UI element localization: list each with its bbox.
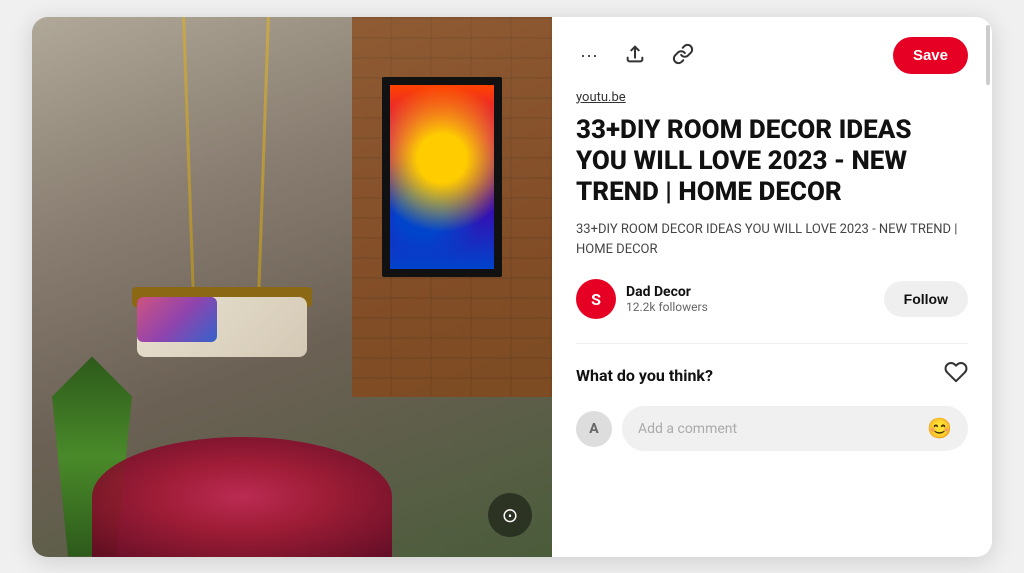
colored-cushion — [137, 297, 217, 342]
pin-description: 33+DIY ROOM DECOR IDEAS YOU WILL LOVE 20… — [576, 220, 968, 259]
creator-details: Dad Decor 12.2k followers — [626, 284, 708, 314]
reactions-row: What do you think? — [576, 360, 968, 390]
swing-rope-left — [182, 17, 195, 297]
scrollbar-thumb — [986, 25, 990, 85]
follow-button[interactable]: Follow — [884, 281, 968, 317]
comment-row: A Add a comment 😊 — [576, 406, 968, 451]
toolbar-left: ··· — [576, 39, 698, 72]
wall-art — [382, 77, 502, 277]
pin-image-panel: ⊙ — [32, 17, 552, 557]
user-avatar: A — [576, 411, 612, 447]
creator-followers: 12.2k followers — [626, 300, 708, 314]
divider — [576, 343, 968, 344]
upload-button[interactable] — [620, 39, 650, 72]
creator-info: S Dad Decor 12.2k followers — [576, 279, 708, 319]
comment-placeholder: Add a comment — [638, 421, 737, 437]
creator-avatar[interactable]: S — [576, 279, 616, 319]
top-toolbar: ··· Save — [576, 37, 968, 74]
link-button[interactable] — [668, 39, 698, 72]
emoji-button[interactable]: 😊 — [927, 416, 952, 441]
heart-button[interactable] — [944, 360, 968, 390]
flower-decor — [92, 437, 392, 557]
swing-rope-right — [257, 17, 270, 297]
scrollbar-track — [984, 17, 990, 557]
pin-detail-scroll[interactable]: ··· Save — [552, 17, 992, 557]
scan-icon: ⊙ — [502, 503, 519, 527]
more-options-button[interactable]: ··· — [576, 42, 602, 68]
pin-card: ⊙ ··· — [32, 17, 992, 557]
source-link[interactable]: youtu.be — [576, 90, 968, 105]
save-button[interactable]: Save — [893, 37, 968, 74]
pin-title: 33+DIY ROOM DECOR IDEAS YOU WILL LOVE 20… — [576, 115, 968, 209]
creator-name: Dad Decor — [626, 284, 708, 300]
scan-button[interactable]: ⊙ — [488, 493, 532, 537]
creator-row: S Dad Decor 12.2k followers Follow — [576, 279, 968, 319]
what-think-label: What do you think? — [576, 366, 713, 385]
comment-input-wrap[interactable]: Add a comment 😊 — [622, 406, 968, 451]
pin-detail-panel: ··· Save — [552, 17, 992, 557]
